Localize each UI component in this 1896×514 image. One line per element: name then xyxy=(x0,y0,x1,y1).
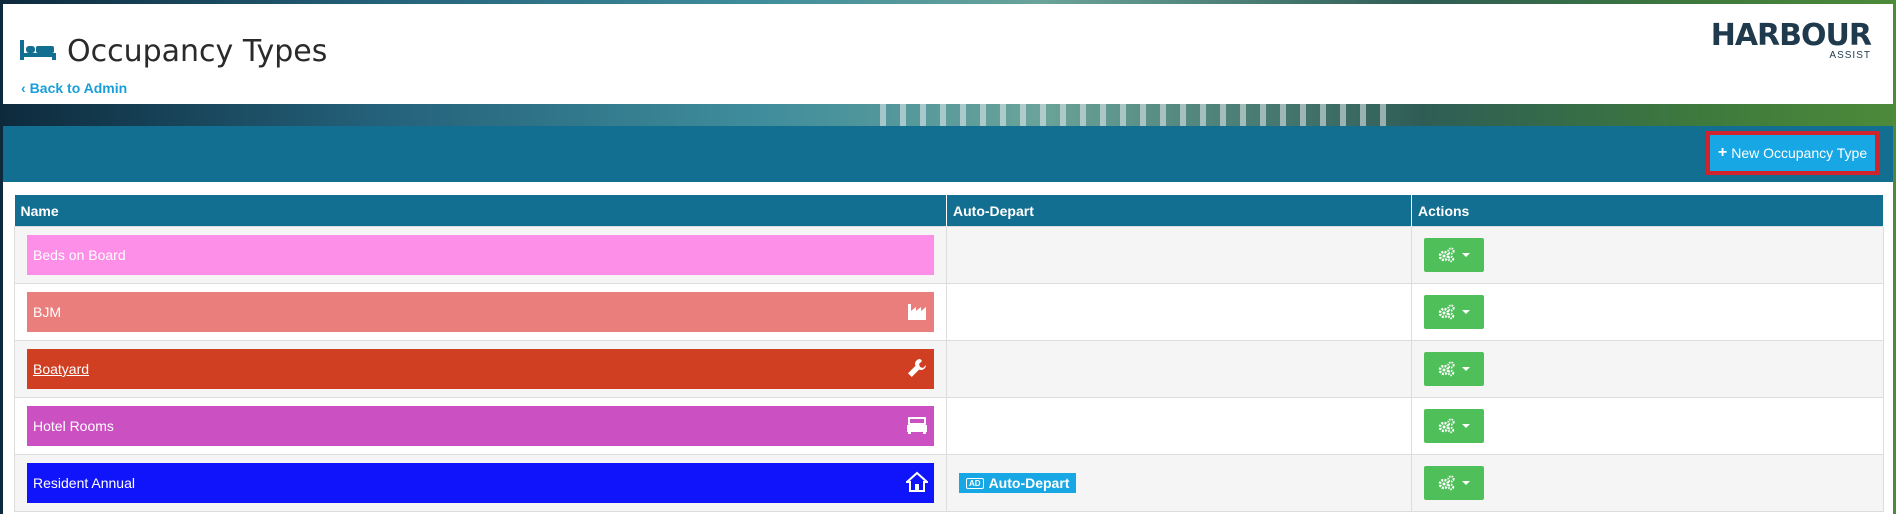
occupancy-type-name: Boatyard xyxy=(33,361,90,377)
row-actions-dropdown-button[interactable] xyxy=(1424,352,1484,386)
table-row: Resident Annual AD Auto-Depart xyxy=(14,454,1884,512)
auto-depart-cell xyxy=(946,283,1412,341)
actions-cell xyxy=(1411,340,1884,398)
harbour-assist-logo: HARBOUR ASSIST xyxy=(1710,18,1872,61)
auto-depart-cell xyxy=(946,340,1412,398)
row-actions-dropdown-button[interactable] xyxy=(1424,409,1484,443)
bed-icon xyxy=(907,416,927,434)
toolbar: + New Occupancy Type xyxy=(3,126,1893,182)
home-icon xyxy=(904,471,930,496)
caret-down-icon xyxy=(1462,367,1470,371)
table-row: Beds on Board xyxy=(14,226,1884,284)
back-to-admin-link[interactable]: ‹ Back to Admin xyxy=(21,80,127,96)
occupancy-type-name: BJM xyxy=(33,304,61,320)
caret-down-icon xyxy=(1462,310,1470,314)
content-panel: Name Auto-Depart Actions Beds on Board BJ… xyxy=(3,182,1893,514)
auto-depart-cell: AD Auto-Depart xyxy=(946,454,1412,512)
occupancy-type-chip[interactable]: Boatyard xyxy=(27,349,934,389)
wrench-icon xyxy=(906,357,928,382)
factory-icon xyxy=(908,303,926,320)
occupancy-type-chip[interactable]: Resident Annual xyxy=(27,463,934,503)
row-actions-dropdown-button[interactable] xyxy=(1424,238,1484,272)
table-row: Hotel Rooms xyxy=(14,397,1884,455)
occupancy-type-chip[interactable]: BJM xyxy=(27,292,934,332)
auto-depart-badge: AD Auto-Depart xyxy=(959,473,1077,494)
back-link-label: Back to Admin xyxy=(29,80,128,96)
gears-icon xyxy=(1438,304,1455,320)
factory-icon xyxy=(906,300,928,325)
auto-depart-tag: AD xyxy=(966,477,984,489)
home-icon xyxy=(904,471,930,492)
actions-cell xyxy=(1411,397,1884,455)
caret-down-icon xyxy=(1462,481,1470,485)
plus-icon: + xyxy=(1717,144,1728,161)
column-header-auto-depart[interactable]: Auto-Depart xyxy=(946,195,1412,227)
caret-down-icon xyxy=(1462,253,1470,257)
auto-depart-cell xyxy=(946,226,1412,284)
gears-icon xyxy=(1438,361,1455,377)
new-occupancy-type-button-highlight: + New Occupancy Type xyxy=(1706,131,1879,175)
new-button-label: New Occupancy Type xyxy=(1731,145,1868,161)
page-header: Occupancy Types ‹ Back to Admin HARBOUR A… xyxy=(3,4,1893,104)
name-cell: Hotel Rooms xyxy=(14,397,947,455)
name-cell: BJM xyxy=(14,283,947,341)
table-row: BJM xyxy=(14,283,1884,341)
new-occupancy-type-button[interactable]: + New Occupancy Type xyxy=(1710,135,1875,171)
occupancy-type-name: Resident Annual xyxy=(33,475,135,491)
actions-cell xyxy=(1411,226,1884,284)
row-actions-dropdown-button[interactable] xyxy=(1424,295,1484,329)
column-header-actions: Actions xyxy=(1411,195,1884,227)
occupancy-type-name: Hotel Rooms xyxy=(33,418,114,434)
wrench-icon xyxy=(908,358,926,377)
auto-depart-label: Auto-Depart xyxy=(988,475,1070,492)
row-actions-dropdown-button[interactable] xyxy=(1424,466,1484,500)
occupancy-types-table: Name Auto-Depart Actions Beds on Board BJ… xyxy=(14,195,1884,512)
occupancy-type-chip[interactable]: Hotel Rooms xyxy=(27,406,934,446)
occupancy-type-name: Beds on Board xyxy=(33,247,126,263)
gears-icon xyxy=(1438,475,1455,491)
name-cell: Beds on Board xyxy=(14,226,947,284)
bed-icon xyxy=(906,414,928,439)
name-cell: Boatyard xyxy=(14,340,947,398)
table-row: Boatyard xyxy=(14,340,1884,398)
bed-icon xyxy=(20,40,56,60)
gears-icon xyxy=(1438,247,1455,263)
name-cell: Resident Annual xyxy=(14,454,947,512)
caret-down-icon xyxy=(1462,424,1470,428)
actions-cell xyxy=(1411,454,1884,512)
actions-cell xyxy=(1411,283,1884,341)
auto-depart-cell xyxy=(946,397,1412,455)
page-title: Occupancy Types xyxy=(67,34,328,69)
occupancy-type-chip[interactable]: Beds on Board xyxy=(27,235,934,275)
chevron-left-icon: ‹ xyxy=(21,80,26,96)
column-header-name[interactable]: Name xyxy=(14,195,947,227)
gears-icon xyxy=(1438,418,1455,434)
